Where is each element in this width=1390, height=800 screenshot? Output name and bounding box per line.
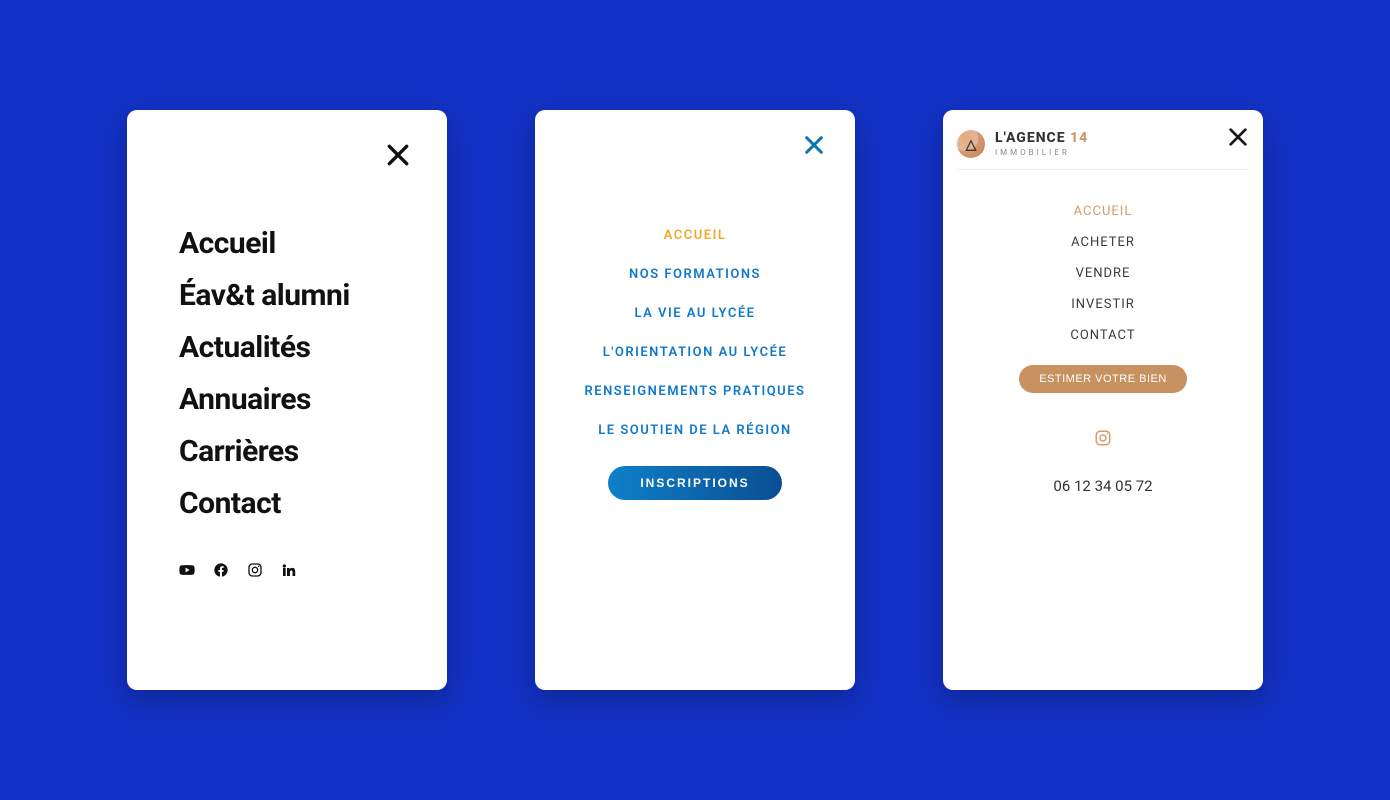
nav-list: Accueil Éav&t alumni Actualités Annuaire… — [179, 226, 350, 522]
linkedin-icon[interactable] — [281, 562, 297, 578]
brand-logo-icon: △ — [957, 130, 985, 158]
nav-item-contact[interactable]: Contact — [179, 486, 350, 522]
nav-item-accueil[interactable]: Accueil — [179, 226, 350, 262]
menu-card-1: Accueil Éav&t alumni Actualités Annuaire… — [127, 110, 447, 690]
nav-item-soutien-region[interactable]: LE SOUTIEN DE LA RÉGION — [598, 423, 791, 438]
nav-item-orientation[interactable]: L'ORIENTATION AU LYCÉE — [603, 345, 788, 360]
nav-item-accueil[interactable]: ACCUEIL — [664, 228, 727, 243]
instagram-icon[interactable] — [1094, 429, 1112, 447]
nav-item-renseignements[interactable]: RENSEIGNEMENTS PRATIQUES — [585, 384, 806, 399]
nav-item-alumni[interactable]: Éav&t alumni — [179, 278, 350, 314]
close-icon[interactable] — [385, 142, 411, 168]
nav-item-formations[interactable]: NOS FORMATIONS — [629, 267, 761, 282]
brand-subtitle: IMMOBILIER — [995, 149, 1088, 157]
nav-item-vie-lycee[interactable]: LA VIE AU LYCÉE — [635, 306, 756, 321]
estimate-button[interactable]: ESTIMER VOTRE BIEN — [1019, 365, 1187, 393]
facebook-icon[interactable] — [213, 562, 229, 578]
nav-item-investir[interactable]: INVESTIR — [1071, 297, 1135, 312]
social-row — [179, 562, 297, 578]
close-icon[interactable] — [803, 134, 825, 156]
nav-item-annuaires[interactable]: Annuaires — [179, 382, 350, 418]
brand-number: 14 — [1070, 130, 1088, 146]
brand-header: △ L'AGENCE 14 IMMOBILIER — [957, 126, 1249, 170]
nav-item-carrieres[interactable]: Carrières — [179, 434, 350, 470]
nav-list: ACCUEIL NOS FORMATIONS LA VIE AU LYCÉE L… — [535, 228, 855, 500]
menu-card-3: △ L'AGENCE 14 IMMOBILIER ACCUEIL ACHETER… — [943, 110, 1263, 690]
phone-number[interactable]: 06 12 34 05 72 — [1053, 477, 1152, 495]
instagram-icon[interactable] — [247, 562, 263, 578]
brand-name: L'AGENCE — [995, 130, 1066, 146]
nav-item-vendre[interactable]: VENDRE — [1076, 266, 1131, 281]
menu-card-2: ACCUEIL NOS FORMATIONS LA VIE AU LYCÉE L… — [535, 110, 855, 690]
nav-item-actualites[interactable]: Actualités — [179, 330, 350, 366]
nav-item-acheter[interactable]: ACHETER — [1071, 235, 1135, 250]
nav-item-contact[interactable]: CONTACT — [1070, 328, 1135, 343]
brand-logo-text: L'AGENCE 14 IMMOBILIER — [995, 131, 1088, 157]
youtube-icon[interactable] — [179, 562, 195, 578]
inscriptions-button[interactable]: INSCRIPTIONS — [608, 466, 781, 500]
nav-list: ACCUEIL ACHETER VENDRE INVESTIR CONTACT … — [943, 204, 1263, 495]
nav-item-accueil[interactable]: ACCUEIL — [1074, 204, 1133, 219]
close-icon[interactable] — [1227, 126, 1249, 148]
stage: Accueil Éav&t alumni Actualités Annuaire… — [0, 0, 1390, 800]
